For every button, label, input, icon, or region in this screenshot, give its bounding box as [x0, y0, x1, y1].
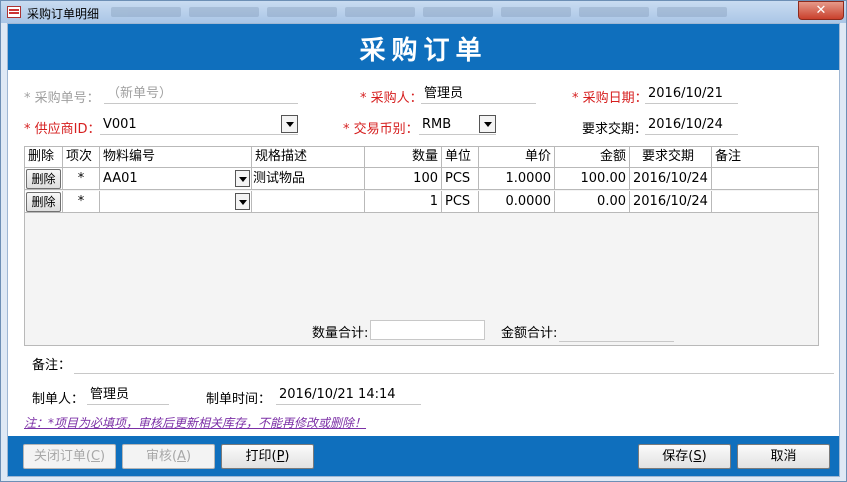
- action-bar: 关闭订单(C) 审核(A) 打印(P) 保存(S) 取消: [8, 436, 839, 476]
- table-row: 删除 * AA01 测试物品 100 PCS 1.0000 100.00 201…: [25, 168, 818, 190]
- order-no-label: * 采购单号：: [24, 91, 100, 106]
- delete-row-button[interactable]: 删除: [26, 169, 61, 189]
- qty-cell[interactable]: 100: [365, 168, 442, 190]
- amount-cell: 100.00: [555, 168, 630, 190]
- col-header-item: 项次: [63, 147, 100, 168]
- remarks-field[interactable]: [74, 373, 834, 374]
- grid-header: 删除 项次 物料编号 规格描述 数量 单位 单价 金额 要求交期 备注: [25, 147, 818, 168]
- delete-row-button[interactable]: 删除: [26, 192, 61, 212]
- price-cell[interactable]: 0.0000: [479, 191, 555, 213]
- required-date-label: 要求交期：: [582, 122, 648, 137]
- buyer-field[interactable]: 管理员: [421, 85, 536, 104]
- due-cell[interactable]: 2016/10/24: [630, 168, 712, 190]
- buyer-label: * 采购人：: [360, 91, 423, 106]
- creator-field: 管理员: [87, 386, 169, 405]
- due-cell[interactable]: 2016/10/24: [630, 191, 712, 213]
- item-cell: *: [63, 191, 100, 213]
- print-button[interactable]: 打印(P): [221, 444, 314, 469]
- material-cell[interactable]: [100, 191, 252, 213]
- qty-total-field: [370, 320, 485, 340]
- col-header-unit: 单位: [442, 147, 479, 168]
- amount-cell: 0.00: [555, 191, 630, 213]
- currency-combo[interactable]: RMB: [419, 115, 496, 135]
- close-icon: ✕: [815, 3, 827, 18]
- unit-cell[interactable]: PCS: [442, 191, 479, 213]
- required-fields-note: 注：*项目为必填项，审核后更新相关库存，不能再修改或删除！: [24, 416, 367, 430]
- amount-total-field: [559, 341, 674, 342]
- close-order-button[interactable]: 关闭订单(C): [23, 444, 116, 469]
- save-button[interactable]: 保存(S): [638, 444, 731, 469]
- spec-cell[interactable]: [252, 191, 365, 213]
- col-header-amount: 金额: [555, 147, 630, 168]
- created-time-label: 制单时间：: [206, 392, 272, 407]
- required-date-field[interactable]: 2016/10/24: [645, 116, 738, 135]
- spec-cell[interactable]: 测试物品: [252, 168, 365, 190]
- chevron-down-icon[interactable]: [235, 193, 250, 210]
- window-title: 采购订单明细: [27, 7, 100, 21]
- remark-cell[interactable]: [712, 191, 818, 213]
- chevron-down-icon[interactable]: [479, 115, 496, 133]
- material-cell[interactable]: AA01: [100, 168, 252, 190]
- remark-cell[interactable]: [712, 168, 818, 190]
- form-icon: [7, 6, 21, 18]
- col-header-delete: 删除: [25, 147, 63, 168]
- order-no-field: （新单号）: [104, 85, 298, 104]
- supplier-label: * 供应商ID：: [24, 122, 101, 137]
- currency-label: * 交易币别：: [343, 122, 419, 137]
- creator-label: 制单人：: [32, 392, 85, 407]
- delete-cell: 删除: [25, 191, 63, 213]
- purchase-date-label: * 采购日期：: [572, 91, 648, 106]
- purchase-order-window: 采购订单明细 ✕ 采购订单 * 采购单号： （新单号） * 采购人： 管理员 *…: [0, 0, 847, 482]
- background-tabs: [111, 6, 791, 19]
- amount-total-label: 金额合计:: [501, 326, 558, 341]
- remarks-label: 备注：: [32, 358, 72, 373]
- table-row: 删除 * 1 PCS 0.0000 0.00 2016/10/24: [25, 191, 818, 213]
- chevron-down-icon[interactable]: [235, 170, 250, 187]
- purchase-date-field[interactable]: 2016/10/21: [645, 85, 738, 104]
- price-cell[interactable]: 1.0000: [479, 168, 555, 190]
- supplier-value: V001: [103, 117, 137, 132]
- delete-cell: 删除: [25, 168, 63, 190]
- col-header-qty: 数量: [365, 147, 442, 168]
- order-lines-grid: 删除 项次 物料编号 规格描述 数量 单位 单价 金额 要求交期 备注 删除 *…: [24, 146, 819, 346]
- qty-total-label: 数量合计:: [312, 326, 369, 341]
- col-header-material: 物料编号: [100, 147, 252, 168]
- audit-button[interactable]: 审核(A): [122, 444, 215, 469]
- form-body: 采购订单 * 采购单号： （新单号） * 采购人： 管理员 * 采购日期： 20…: [7, 23, 840, 477]
- qty-cell[interactable]: 1: [365, 191, 442, 213]
- chevron-down-icon[interactable]: [281, 115, 298, 133]
- supplier-combo[interactable]: V001: [100, 115, 298, 135]
- material-value: AA01: [103, 171, 138, 186]
- currency-value: RMB: [422, 117, 452, 132]
- unit-cell[interactable]: PCS: [442, 168, 479, 190]
- item-cell: *: [63, 168, 100, 190]
- header-banner: 采购订单: [8, 24, 839, 70]
- cancel-button[interactable]: 取消: [737, 444, 830, 469]
- col-header-spec: 规格描述: [252, 147, 365, 168]
- col-header-price: 单价: [479, 147, 555, 168]
- col-header-remark: 备注: [715, 149, 742, 164]
- created-time-field: 2016/10/21 14:14: [276, 386, 421, 405]
- window-close-button[interactable]: ✕: [798, 1, 844, 20]
- title-bar: 采购订单明细 ✕: [1, 1, 846, 23]
- col-header-due: 要求交期: [630, 147, 712, 168]
- page-title: 采购订单: [359, 36, 488, 66]
